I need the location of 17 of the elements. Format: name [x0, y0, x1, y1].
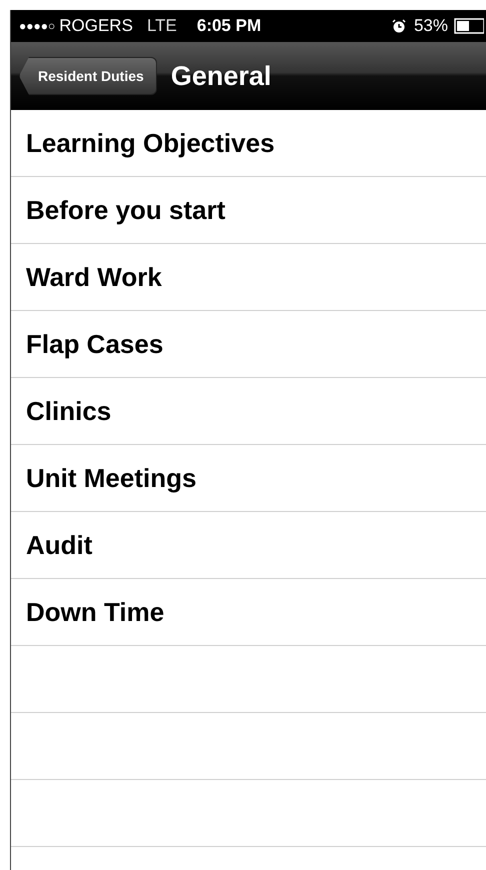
list-item[interactable]: Before you start — [11, 177, 486, 244]
list-item[interactable]: Ward Work — [11, 244, 486, 311]
alarm-clock-icon — [392, 19, 406, 33]
back-button[interactable]: Resident Duties — [19, 57, 157, 95]
list-item[interactable]: Flap Cases — [11, 311, 486, 378]
carrier-text: ROGERS — [59, 16, 133, 36]
navigation-title: General — [170, 60, 272, 92]
time-text: 6:05 PM — [196, 16, 262, 36]
battery-icon — [454, 18, 484, 34]
list-item[interactable]: Clinics — [11, 378, 486, 445]
network-text: LTE — [146, 16, 177, 36]
signal-text: ●●●●○ — [19, 19, 56, 33]
list-item[interactable]: Unit Meetings — [11, 445, 486, 512]
list-item[interactable]: Audit — [11, 512, 486, 579]
battery-percent-text: 53% — [414, 16, 448, 36]
list-item[interactable]: Down Time — [11, 579, 486, 646]
list-item[interactable]: Learning Objectives — [11, 110, 486, 177]
